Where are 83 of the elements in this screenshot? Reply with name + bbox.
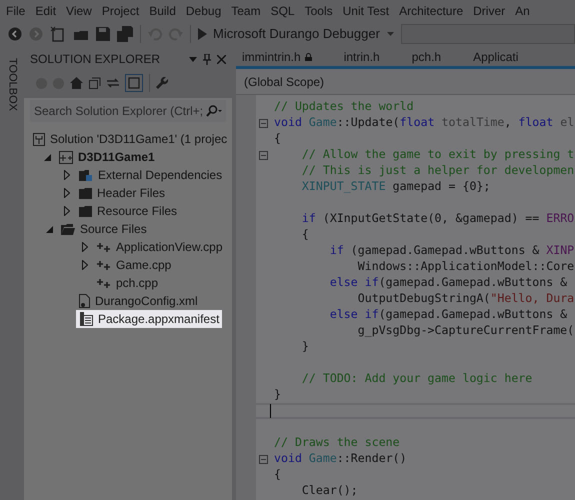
- code-line: if (gamepad.Gamepad.wButtons & XINP: [328, 242, 574, 260]
- tree-item[interactable]: DurangoConfig.xml: [76, 292, 201, 310]
- menu-item[interactable]: View: [66, 2, 92, 20]
- forward-icon[interactable]: [29, 27, 43, 41]
- save-icon[interactable]: [96, 27, 110, 41]
- editor-tab[interactable]: intrin.h: [338, 50, 386, 66]
- code-line: Windows::ApplicationModel::Core: [356, 258, 574, 276]
- editor-tab[interactable]: pch.h: [406, 50, 448, 66]
- code-line: else if(gamepad.Gamepad.wButtons &: [328, 274, 568, 292]
- collapse-icon[interactable]: [256, 118, 270, 128]
- menu-item[interactable]: Unit Test: [342, 2, 390, 20]
- panel-title: SOLUTION EXPLORER: [30, 51, 160, 68]
- tree-item[interactable]: Package.appxmanifest: [76, 310, 222, 328]
- toolbox-tab[interactable]: TOOLBOX: [4, 58, 20, 111]
- code-line: // This is just a helper for developmen: [300, 162, 574, 180]
- code-line: g_pVsgDbg->CaptureCurrentFrame(: [356, 322, 574, 340]
- show-all-files-icon[interactable]: [125, 74, 143, 92]
- menu-item[interactable]: Tools: [304, 2, 333, 20]
- menu-item[interactable]: Driver: [473, 2, 506, 20]
- tree-item[interactable]: pch.cpp: [94, 274, 162, 292]
- open-folder-icon: [61, 224, 75, 234]
- code-line: XINPUT_STATE gamepad = {0};: [300, 178, 490, 196]
- tree-item[interactable]: D3D11Game1: [56, 148, 158, 166]
- collapse-icon[interactable]: [256, 454, 270, 464]
- editor-tab[interactable]: Applicati: [467, 50, 524, 66]
- tree-item[interactable]: Source Files: [58, 220, 150, 238]
- play-icon: [198, 28, 207, 40]
- search-field[interactable]: Search Solution Explorer (Ctrl+;: [30, 100, 226, 122]
- cpp-file-icon: [97, 278, 111, 288]
- wrench-icon[interactable]: [156, 77, 168, 89]
- code-line: {: [273, 466, 281, 484]
- code-line: Clear();: [300, 482, 358, 500]
- folder-icon: [79, 188, 92, 198]
- menu-item[interactable]: Team: [231, 2, 261, 20]
- collapse-icon[interactable]: [256, 150, 270, 160]
- code-line: // TODO: Add your game logic here: [300, 370, 532, 388]
- cpp-file-icon: [97, 242, 111, 252]
- code-line: void Game::Update(float totalTime, float el: [273, 114, 574, 132]
- dropdown-caret-icon[interactable]: [189, 56, 197, 62]
- menu-item[interactable]: Architecture: [399, 2, 464, 20]
- solution-icon: [33, 132, 45, 146]
- menu-item[interactable]: SQL: [270, 2, 295, 20]
- folder-reference-icon: [79, 168, 93, 182]
- code-line: else if(gamepad.Gamepad.wButtons &: [328, 306, 568, 324]
- search-icon[interactable]: [206, 105, 222, 117]
- code-line: if (XInputGetState(0, &gamepad) == ERRO: [300, 210, 574, 228]
- tree-item[interactable]: External Dependencies: [76, 166, 226, 184]
- pin-icon[interactable]: [203, 54, 211, 64]
- code-line: // Allow the game to exit by pressing t: [300, 146, 574, 164]
- code-line: OutputDebugStringA("Hello, Dura: [356, 290, 574, 308]
- collapse-all-icon[interactable]: [89, 77, 101, 89]
- code-line: // Draws the scene: [273, 434, 400, 452]
- tree-item[interactable]: Solution 'D3D11Game1' (1 projec: [30, 130, 230, 148]
- tree-item[interactable]: ApplicationView.cpp: [94, 238, 226, 256]
- home-icon[interactable]: [70, 77, 83, 89]
- code-line: {: [300, 226, 309, 244]
- tree-item[interactable]: Resource Files: [76, 202, 180, 220]
- code-line: // Updates the world: [273, 98, 414, 116]
- close-icon[interactable]: [217, 54, 226, 64]
- menu-item[interactable]: Edit: [35, 2, 56, 20]
- code-line: void Game::Render(): [273, 450, 407, 468]
- menu-item[interactable]: Debug: [186, 2, 222, 20]
- manifest-file-icon: [79, 312, 93, 326]
- menu-item[interactable]: Build: [149, 2, 176, 20]
- menu-item[interactable]: An: [515, 2, 530, 20]
- new-project-icon[interactable]: [50, 26, 66, 42]
- project-icon: [59, 150, 73, 164]
- back-icon[interactable]: [8, 27, 22, 41]
- sync-icon[interactable]: [107, 78, 119, 88]
- dropdown-caret-icon[interactable]: [386, 32, 394, 36]
- editor-tab[interactable]: immintrin.h: [236, 50, 318, 66]
- code-line: }: [300, 338, 309, 356]
- code-line: }: [273, 386, 281, 404]
- config-file-icon: [79, 294, 90, 308]
- save-all-icon[interactable]: [117, 26, 133, 42]
- tree-item[interactable]: Header Files: [76, 184, 168, 202]
- tree-item[interactable]: Game.cpp: [94, 256, 174, 274]
- scope-dropdown[interactable]: (Global Scope): [244, 72, 324, 90]
- cpp-file-icon: [97, 260, 111, 270]
- code-line: {: [273, 130, 281, 148]
- menu-item[interactable]: File: [6, 2, 26, 20]
- folder-icon: [79, 206, 92, 216]
- menu-item[interactable]: Project: [102, 2, 140, 20]
